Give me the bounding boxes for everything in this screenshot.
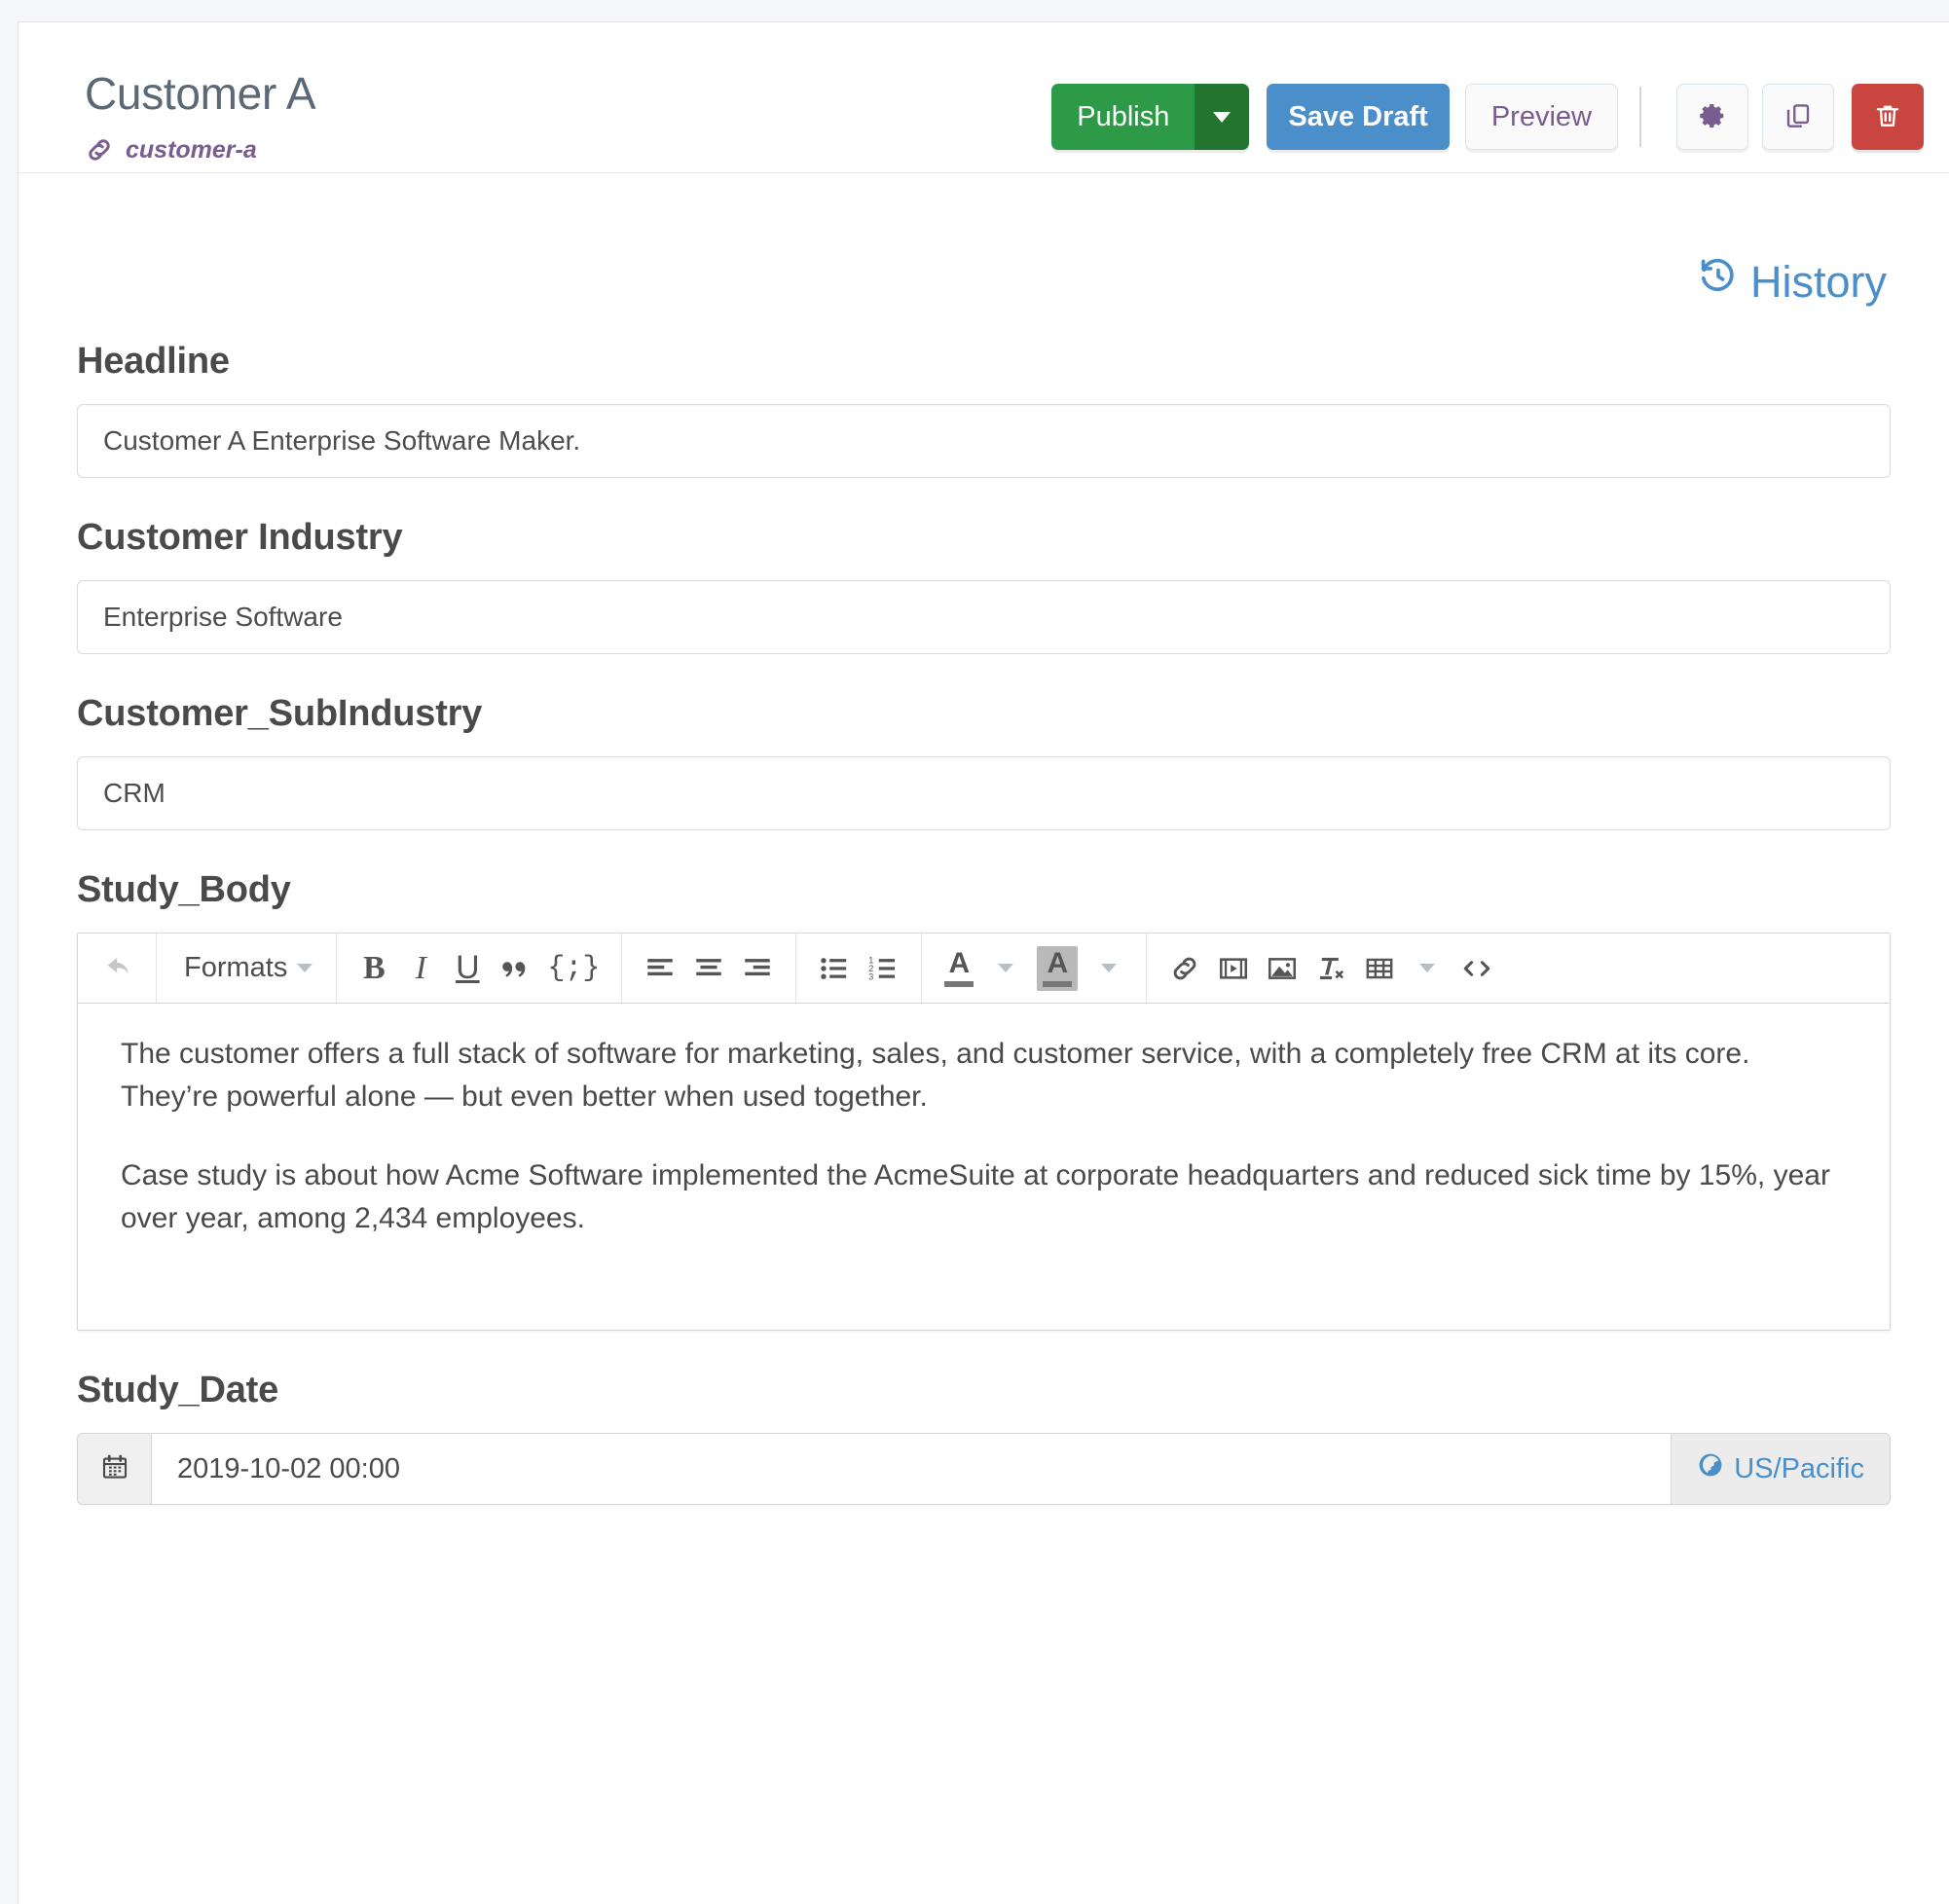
globe-icon — [1697, 1451, 1724, 1486]
headline-input[interactable] — [77, 404, 1891, 478]
settings-button[interactable] — [1676, 84, 1748, 150]
history-row: History — [77, 173, 1891, 308]
delete-button[interactable] — [1852, 84, 1924, 150]
text-color-swatch: A — [944, 949, 974, 987]
insert-media-icon[interactable] — [1209, 943, 1258, 994]
background-color-letter: A — [1047, 946, 1069, 979]
text-color-caret-icon[interactable] — [982, 943, 1029, 994]
blockquote-icon[interactable] — [491, 943, 539, 994]
chevron-down-icon — [1419, 964, 1436, 972]
history-label: History — [1749, 256, 1887, 307]
source-code-icon[interactable] — [1451, 943, 1503, 994]
chevron-down-icon — [998, 964, 1014, 972]
code-sample-icon[interactable]: {;} — [539, 943, 607, 994]
table-caret-icon[interactable] — [1404, 943, 1451, 994]
italic-glyph: I — [415, 949, 426, 986]
align-right-icon[interactable] — [733, 943, 782, 994]
trash-icon — [1873, 101, 1902, 133]
background-color-icon[interactable]: A — [1029, 943, 1085, 994]
toolbar-group-align — [622, 934, 797, 1003]
underline-icon[interactable]: U — [444, 943, 491, 994]
timezone-button[interactable]: US/Pacific — [1671, 1434, 1890, 1504]
timezone-label: US/Pacific — [1734, 1452, 1864, 1484]
insert-link-icon[interactable] — [1160, 943, 1209, 994]
customer-industry-label: Customer Industry — [77, 517, 403, 558]
formats-dropdown[interactable]: Formats — [170, 943, 322, 994]
toolbar-group-inline: B I U {;} — [337, 934, 623, 1003]
toolbar-group-undo — [80, 934, 157, 1003]
link-icon — [85, 135, 114, 165]
svg-text:3: 3 — [869, 971, 874, 981]
rich-text-editor: Formats B I U {;} 1 2 3 A A The customer… — [77, 933, 1891, 1331]
customer-industry-input[interactable] — [77, 580, 1891, 654]
text-color-bar — [944, 981, 974, 987]
study-body-paragraph-1: The customer offers a full stack of soft… — [121, 1038, 1750, 1113]
history-link[interactable]: History — [1698, 256, 1887, 308]
toolbar-group-insert — [1147, 934, 1517, 1003]
bottom-spacer — [77, 1505, 1891, 1563]
title-block: Customer A customer-a — [85, 68, 316, 165]
toolbar-group-formats: Formats — [157, 934, 338, 1003]
bold-glyph: B — [363, 949, 386, 986]
calendar-icon — [100, 1452, 129, 1486]
preview-button[interactable]: Preview — [1464, 84, 1618, 150]
page-header: Customer A customer-a Publish Save Draft… — [18, 22, 1949, 173]
study-date-input[interactable] — [152, 1434, 1672, 1504]
insert-image-icon[interactable] — [1258, 943, 1306, 994]
italic-icon[interactable]: I — [397, 943, 444, 994]
formats-label: Formats — [184, 952, 288, 983]
copy-icon — [1784, 101, 1813, 133]
bullet-list-icon[interactable] — [810, 943, 859, 994]
chevron-down-icon — [1101, 964, 1118, 972]
undo-icon[interactable] — [93, 943, 142, 994]
study-date-label: Study_Date — [77, 1370, 279, 1410]
editor-card: Customer A customer-a Publish Save Draft… — [18, 21, 1949, 1904]
text-color-letter: A — [948, 947, 971, 979]
clear-formatting-icon[interactable] — [1306, 943, 1355, 994]
editor-content-area[interactable]: The customer offers a full stack of soft… — [78, 1004, 1890, 1330]
slug-row: customer-a — [85, 135, 315, 165]
duplicate-button[interactable] — [1762, 84, 1834, 150]
publish-button[interactable]: Publish — [1051, 84, 1195, 150]
toolbar-group-colors: A A — [922, 934, 1148, 1003]
gear-icon — [1698, 101, 1727, 133]
toolbar-group-lists: 1 2 3 — [796, 934, 923, 1003]
page-title: Customer A — [85, 68, 316, 119]
save-draft-button[interactable]: Save Draft — [1267, 84, 1450, 150]
study-date-group: US/Pacific — [77, 1433, 1891, 1505]
background-color-caret-icon[interactable] — [1085, 943, 1132, 994]
text-color-icon[interactable]: A — [936, 943, 982, 994]
code-glyph: {;} — [547, 951, 601, 985]
calendar-picker-button[interactable] — [78, 1434, 152, 1504]
form-content: History Headline Customer Industry Custo… — [18, 173, 1949, 1563]
customer-subindustry-label: Customer_SubIndustry — [77, 693, 483, 734]
toolbar-divider — [1639, 87, 1641, 147]
underline-glyph: U — [456, 949, 480, 986]
background-color-bar — [1043, 980, 1073, 987]
chevron-down-icon — [297, 964, 313, 972]
study-body-label: Study_Body — [77, 869, 291, 910]
headline-label: Headline — [77, 341, 230, 382]
editor-toolbar: Formats B I U {;} 1 2 3 A A — [78, 934, 1890, 1004]
bold-icon[interactable]: B — [350, 943, 397, 994]
header-actions: Publish Save Draft Preview — [1051, 84, 1924, 150]
numbered-list-icon[interactable]: 1 2 3 — [859, 943, 907, 994]
slug-text[interactable]: customer-a — [126, 136, 257, 165]
table-icon[interactable] — [1355, 943, 1404, 994]
align-left-icon[interactable] — [636, 943, 684, 994]
study-body-paragraph-2: Case study is about how Acme Software im… — [121, 1159, 1830, 1234]
background-color-swatch: A — [1037, 945, 1079, 991]
chevron-down-icon — [1213, 111, 1232, 123]
publish-dropdown-toggle[interactable] — [1195, 84, 1250, 150]
customer-subindustry-input[interactable] — [77, 756, 1891, 830]
align-center-icon[interactable] — [684, 943, 733, 994]
history-rotate-left-icon — [1698, 256, 1739, 308]
